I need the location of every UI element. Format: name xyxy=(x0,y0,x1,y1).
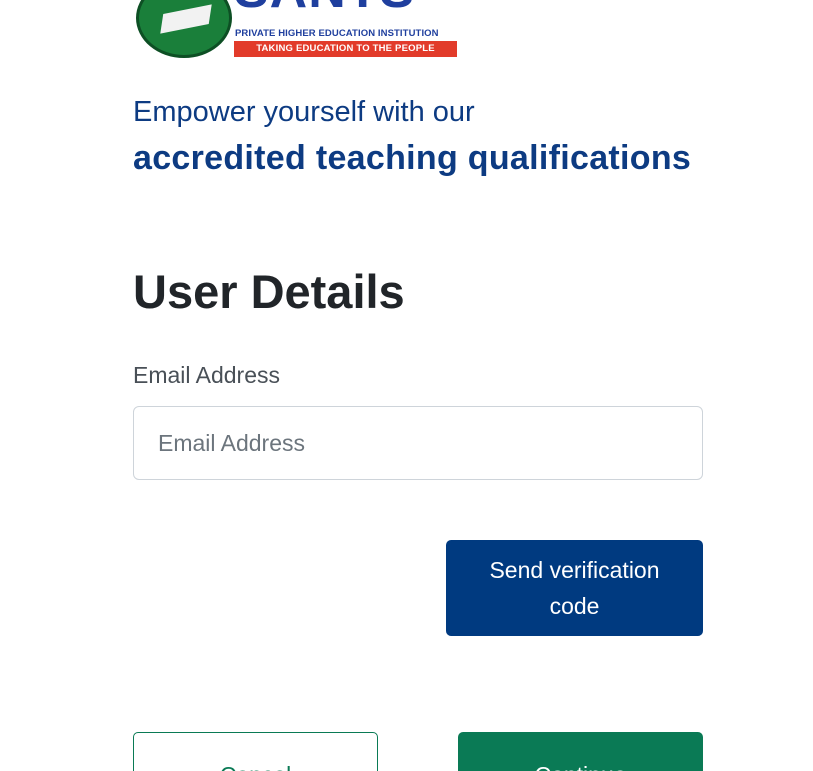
graduation-cap-emblem-icon xyxy=(136,0,232,58)
sants-logo: SANTS PRIVATE HIGHER EDUCATION INSTITUTI… xyxy=(136,0,458,60)
hero-line-1: Empower yourself with our xyxy=(133,96,475,128)
logo-tagline: TAKING EDUCATION TO THE PEOPLE xyxy=(234,41,457,57)
email-input[interactable] xyxy=(133,406,703,480)
page: SANTS PRIVATE HIGHER EDUCATION INSTITUTI… xyxy=(0,0,813,771)
send-verification-code-button[interactable]: Send verification code xyxy=(446,540,703,636)
email-label: Email Address xyxy=(133,362,281,388)
hero-line-2: accredited teaching qualifications xyxy=(133,139,692,177)
continue-button[interactable]: Continue xyxy=(458,732,703,771)
logo-brand-name: SANTS xyxy=(234,0,415,16)
cancel-button[interactable]: Cancel xyxy=(133,732,378,771)
page-title: User Details xyxy=(133,265,405,318)
logo-subtitle: PRIVATE HIGHER EDUCATION INSTITUTION xyxy=(235,28,439,39)
graduation-cap-icon xyxy=(160,4,212,34)
